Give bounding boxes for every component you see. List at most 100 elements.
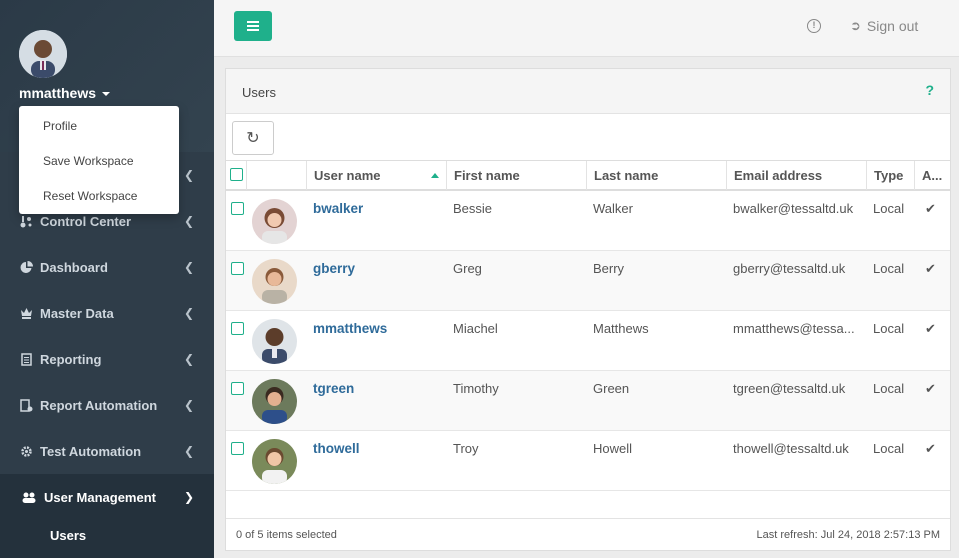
type-cell: Local: [873, 321, 905, 336]
sidebar-item-label: Reporting: [40, 351, 102, 367]
last-refresh: Last refresh: Jul 24, 2018 2:57:13 PM: [756, 529, 940, 541]
pie-chart-icon: [19, 260, 33, 274]
last-name-cell: Green: [593, 381, 630, 396]
panel-title: Users: [242, 85, 276, 100]
column-header-first-name[interactable]: First name: [447, 161, 587, 190]
row-checkbox[interactable]: [231, 262, 244, 275]
sort-ascending-icon: [431, 173, 439, 178]
crown-icon: [19, 306, 33, 320]
avatar: [252, 319, 297, 364]
users-panel: Users ? ↻ User name First name Last name…: [225, 68, 951, 551]
email-cell: gberry@tessaltd.uk: [733, 261, 846, 276]
last-name-cell: Matthews: [593, 321, 649, 336]
check-icon: ✔: [925, 261, 936, 276]
chevron-left-icon: ❮: [183, 306, 194, 320]
last-name-cell: Berry: [593, 261, 625, 276]
sidebar-item-dashboard[interactable]: Dashboard ❮: [0, 244, 214, 290]
email-cell: bwalker@tessaltd.uk: [733, 201, 854, 216]
table-row[interactable]: mmatthews Miachel Matthews mmatthews@tes…: [226, 311, 950, 371]
row-checkbox[interactable]: [231, 202, 244, 215]
help-icon[interactable]: ?: [925, 82, 934, 98]
sidebar-item-reporting[interactable]: Reporting ❮: [0, 336, 214, 382]
row-checkbox[interactable]: [231, 442, 244, 455]
email-cell: thowell@tessaltd.uk: [733, 441, 849, 456]
username-link[interactable]: gberry: [313, 261, 355, 276]
chevron-down-icon: ❯: [183, 490, 194, 504]
last-name-cell: Walker: [593, 201, 633, 216]
email-cell: mmatthews@tessa...: [733, 321, 855, 336]
table-row[interactable]: thowell Troy Howell thowell@tessaltd.uk …: [226, 431, 950, 491]
avatar: [252, 439, 297, 484]
user-avatar[interactable]: [19, 30, 67, 78]
sign-out-label: Sign out: [866, 18, 919, 34]
check-icon: ✔: [925, 381, 936, 396]
column-label: User name: [314, 168, 381, 183]
table-row[interactable]: bwalker Bessie Walker bwalker@tessaltd.u…: [226, 191, 950, 251]
table-row[interactable]: gberry Greg Berry gberry@tessaltd.uk Loc…: [226, 251, 950, 311]
first-name-cell: Bessie: [453, 201, 493, 216]
first-name-cell: Greg: [453, 261, 482, 276]
sidebar-item-label: Master Data: [40, 305, 114, 321]
sidebar-item-label: Test Automation: [40, 443, 142, 459]
gear-icon: [19, 444, 33, 458]
first-name-cell: Miachel: [453, 321, 498, 336]
avatar: [252, 379, 297, 424]
report-automation-icon: [19, 398, 33, 412]
info-icon[interactable]: !: [807, 19, 821, 33]
sidebar-item-label: Report Automation: [40, 397, 158, 413]
panel-footer: 0 of 5 items selected Last refresh: Jul …: [226, 518, 950, 550]
check-icon: ✔: [925, 441, 936, 456]
type-cell: Local: [873, 201, 905, 216]
type-cell: Local: [873, 381, 905, 396]
menu-item-profile[interactable]: Profile: [43, 119, 77, 133]
sign-out-button[interactable]: ➲ Sign out: [850, 18, 918, 34]
column-header-type[interactable]: Type: [867, 161, 915, 190]
column-header-email[interactable]: Email address: [727, 161, 867, 190]
sidebar-item-master-data[interactable]: Master Data ❮: [0, 290, 214, 336]
last-name-cell: Howell: [593, 441, 633, 456]
email-cell: tgreen@tessaltd.uk: [733, 381, 846, 396]
select-all-cell: [226, 161, 247, 190]
submenu-area: [0, 520, 214, 558]
topbar: ! ➲ Sign out: [214, 0, 959, 57]
sign-out-icon: ➲: [850, 18, 861, 33]
hamburger-icon: [247, 21, 259, 31]
table-row[interactable]: tgreen Timothy Green tgreen@tessaltd.uk …: [226, 371, 950, 431]
sidebar-item-user-management[interactable]: User Management ❯: [0, 474, 214, 520]
username-link[interactable]: mmatthews: [313, 321, 387, 336]
row-checkbox[interactable]: [231, 382, 244, 395]
username-link[interactable]: bwalker: [313, 201, 363, 216]
column-header-username[interactable]: User name: [307, 161, 447, 190]
username-toggle[interactable]: mmatthews: [19, 85, 111, 101]
table-header: User name First name Last name Email add…: [226, 160, 950, 191]
sidebar-item-report-automation[interactable]: Report Automation ❮: [0, 382, 214, 428]
menu-item-reset-workspace[interactable]: Reset Workspace: [43, 189, 137, 203]
username-link[interactable]: tgreen: [313, 381, 354, 396]
chevron-left-icon: ❮: [183, 444, 194, 458]
sidebar-item-test-automation[interactable]: Test Automation ❮: [0, 428, 214, 474]
type-cell: Local: [873, 261, 905, 276]
menu-item-save-workspace[interactable]: Save Workspace: [43, 154, 134, 168]
chevron-left-icon: ❮: [183, 214, 194, 228]
sidebar-subitem-users[interactable]: Users: [50, 528, 86, 543]
panel-header: Users ?: [226, 69, 950, 114]
chevron-left-icon: ❮: [183, 168, 194, 182]
column-header-last-name[interactable]: Last name: [587, 161, 727, 190]
column-header-active[interactable]: A...: [915, 161, 950, 190]
menu-toggle-button[interactable]: [234, 11, 272, 41]
selection-count: 0 of 5 items selected: [236, 529, 337, 541]
refresh-button[interactable]: ↻: [232, 121, 274, 155]
check-icon: ✔: [925, 201, 936, 216]
sidebar-item-label: Dashboard: [40, 259, 108, 275]
first-name-cell: Timothy: [453, 381, 499, 396]
sidebar: mmatthews Profile Save Workspace Reset W…: [0, 0, 214, 558]
username-label: mmatthews: [19, 85, 97, 101]
avatar: [252, 259, 297, 304]
control-center-icon: [19, 214, 33, 228]
username-link[interactable]: thowell: [313, 441, 360, 456]
row-checkbox[interactable]: [231, 322, 244, 335]
document-icon: [19, 352, 33, 366]
user-dropdown-menu: Profile Save Workspace Reset Workspace: [19, 106, 179, 214]
chevron-left-icon: ❮: [183, 260, 194, 274]
select-all-checkbox[interactable]: [230, 168, 243, 181]
